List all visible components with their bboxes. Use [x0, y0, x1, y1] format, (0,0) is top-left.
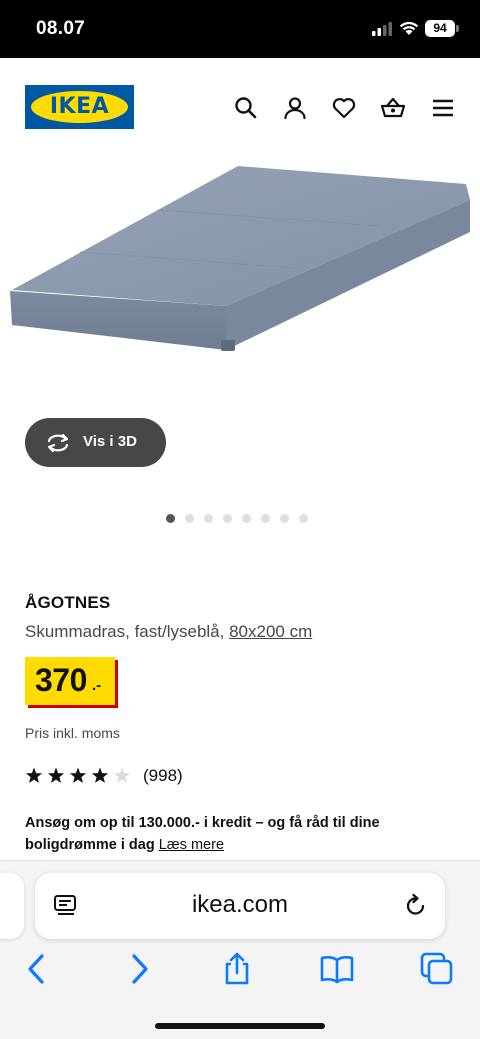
cellular-signal-icon	[372, 22, 392, 36]
rotate-3d-icon	[47, 433, 69, 453]
product-type: Skummadras, fast/lyseblå,	[25, 622, 225, 641]
star-filled-icon	[69, 767, 87, 783]
vat-note: Pris inkl. moms	[25, 725, 120, 741]
previous-tab-preview[interactable]	[0, 873, 24, 939]
address-bar[interactable]: ikea.com	[35, 873, 445, 939]
ikea-logo[interactable]: IKEA	[25, 85, 134, 129]
product-description: Skummadras, fast/lyseblå, 80x200 cm	[25, 622, 312, 642]
read-more-link[interactable]: Læs mere	[159, 837, 224, 853]
battery-tip	[456, 25, 459, 32]
product-size-link[interactable]: 80x200 cm	[229, 622, 312, 641]
profile-icon[interactable]	[282, 95, 308, 121]
tabs-icon[interactable]	[420, 952, 454, 986]
product-name: ÅGOTNES	[25, 593, 111, 612]
home-indicator	[155, 1023, 325, 1029]
pagination-dot[interactable]	[185, 514, 194, 523]
gallery-pagination	[166, 514, 308, 524]
back-icon[interactable]	[20, 952, 54, 986]
star-filled-icon	[25, 767, 43, 783]
battery-indicator: 94	[425, 20, 455, 37]
search-icon[interactable]	[233, 95, 259, 121]
price-suffix: .-	[92, 677, 102, 694]
browser-toolbar: ikea.com	[0, 860, 480, 1039]
pagination-dot[interactable]	[261, 514, 270, 523]
view-3d-label: Vis i 3D	[83, 433, 137, 450]
pagination-dot[interactable]	[242, 514, 251, 523]
reload-icon[interactable]	[403, 893, 429, 919]
site-header: IKEA	[0, 58, 480, 158]
credit-offer: Ansøg om op til 130.000.- i kredit – og …	[25, 812, 445, 856]
rating-stars-icon	[25, 767, 131, 783]
pagination-dot[interactable]	[223, 514, 232, 523]
menu-icon[interactable]	[430, 95, 456, 121]
pagination-dot[interactable]	[204, 514, 213, 523]
review-count: (998)	[143, 766, 183, 785]
pagination-dot[interactable]	[166, 514, 175, 523]
status-time: 08.07	[36, 18, 86, 39]
bookmarks-icon[interactable]	[320, 952, 354, 986]
view-3d-button[interactable]: Vis i 3D	[25, 418, 166, 467]
price-tag: 370 .-	[25, 657, 115, 705]
star-filled-icon	[91, 767, 109, 783]
logo-text: IKEA	[49, 94, 110, 119]
wifi-icon	[399, 21, 419, 35]
price-value: 370	[35, 662, 87, 698]
star-filled-icon	[47, 767, 65, 783]
share-icon[interactable]	[220, 952, 254, 986]
heart-icon[interactable]	[331, 95, 357, 121]
status-bar: 08.07 94	[0, 0, 480, 58]
star-empty-icon	[113, 767, 131, 783]
forward-icon[interactable]	[122, 952, 156, 986]
pagination-dot[interactable]	[280, 514, 289, 523]
basket-icon[interactable]	[380, 95, 406, 121]
pagination-dot[interactable]	[299, 514, 308, 523]
url-text: ikea.com	[191, 891, 289, 918]
